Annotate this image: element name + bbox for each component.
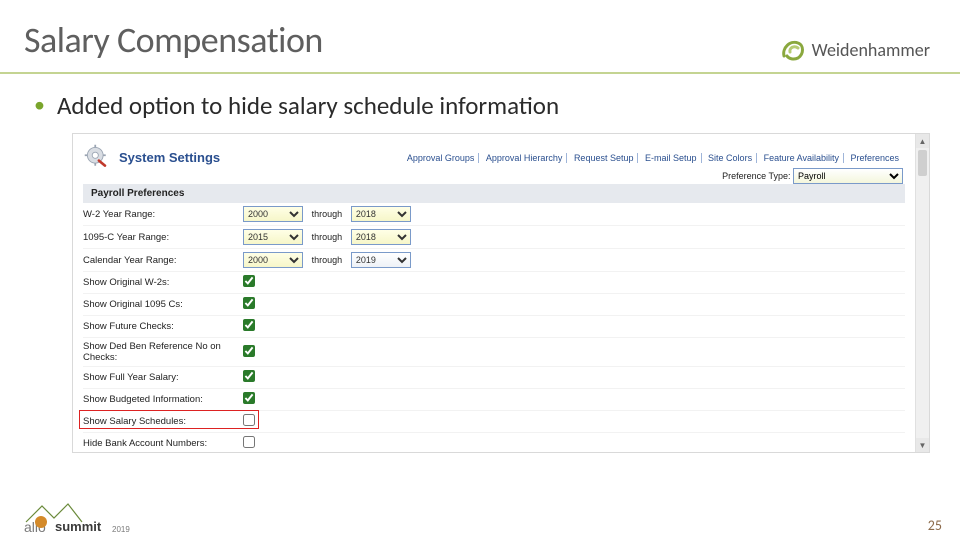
scroll-thumb[interactable]: [918, 150, 927, 176]
weidenhammer-logo-icon: [780, 38, 806, 62]
cal-from-select[interactable]: 2000: [243, 252, 303, 268]
show-budgeted-info-checkbox[interactable]: [243, 392, 255, 404]
w2-to-select[interactable]: 2018: [351, 206, 411, 222]
show-salary-schedules-checkbox[interactable]: [243, 414, 255, 426]
brand-mark: Weidenhammer: [780, 38, 930, 62]
settings-title: System Settings: [119, 150, 220, 165]
bullet-dot-icon: •: [34, 90, 45, 120]
title-divider: [0, 72, 960, 74]
label-show-salary-schedules: Show Salary Schedules:: [83, 411, 243, 433]
scrollbar[interactable]: ▲ ▼: [915, 134, 929, 452]
bullet-item: • Added option to hide salary schedule i…: [34, 90, 930, 121]
bullet-text: Added option to hide salary schedule inf…: [57, 90, 559, 121]
alio-summit-logo: alio summit 2019: [24, 498, 144, 534]
label-show-future-checks: Show Future Checks:: [83, 316, 243, 338]
tab-preferences[interactable]: Preferences: [846, 153, 903, 163]
label-show-original-w2: Show Original W-2s:: [83, 272, 243, 294]
label-show-original-1095c: Show Original 1095 Cs:: [83, 294, 243, 316]
label-w2-range: W-2 Year Range:: [83, 203, 243, 226]
label-1095c-range: 1095-C Year Range:: [83, 226, 243, 249]
show-original-w2-checkbox[interactable]: [243, 275, 255, 287]
settings-screenshot: ▲ ▼ System Settings Approval Groups: [72, 133, 930, 453]
hide-bank-account-checkbox[interactable]: [243, 436, 255, 448]
svg-text:2019: 2019: [112, 525, 130, 534]
w2-from-select[interactable]: 2000: [243, 206, 303, 222]
page-number: 25: [928, 517, 942, 534]
page-title: Salary Compensation: [24, 18, 323, 62]
section-header: Payroll Preferences: [83, 184, 905, 203]
label-show-budgeted-info: Show Budgeted Information:: [83, 389, 243, 411]
brand-text: Weidenhammer: [812, 39, 930, 61]
show-dedben-ref-checkbox[interactable]: [243, 345, 255, 357]
through-text: through: [306, 209, 349, 219]
through-text: through: [306, 255, 349, 265]
show-future-checks-checkbox[interactable]: [243, 319, 255, 331]
label-show-full-year-salary: Show Full Year Salary:: [83, 367, 243, 389]
tab-feature-availability[interactable]: Feature Availability: [760, 153, 844, 163]
label-hide-bank-account: Hide Bank Account Numbers:: [83, 433, 243, 454]
tab-email-setup[interactable]: E-mail Setup: [641, 153, 702, 163]
through-text: through: [306, 232, 349, 242]
show-full-year-salary-checkbox[interactable]: [243, 370, 255, 382]
tab-approval-hierarchy[interactable]: Approval Hierarchy: [482, 153, 568, 163]
tab-request-setup[interactable]: Request Setup: [570, 153, 639, 163]
scroll-up-icon[interactable]: ▲: [916, 134, 929, 148]
show-original-1095c-checkbox[interactable]: [243, 297, 255, 309]
label-show-dedben-ref: Show Ded Ben Reference No on Checks:: [83, 338, 243, 367]
scroll-down-icon[interactable]: ▼: [916, 438, 929, 452]
settings-tabs: Approval Groups Approval Hierarchy Reque…: [403, 152, 903, 165]
tab-approval-groups[interactable]: Approval Groups: [403, 153, 480, 163]
cal-to-select[interactable]: 2019: [351, 252, 411, 268]
gear-icon: [83, 143, 111, 171]
label-calendar-range: Calendar Year Range:: [83, 249, 243, 272]
preference-type-select[interactable]: Payroll: [793, 168, 903, 184]
preference-type-label: Preference Type:: [722, 171, 790, 181]
c1095-to-select[interactable]: 2018: [351, 229, 411, 245]
tab-site-colors[interactable]: Site Colors: [704, 153, 757, 163]
preferences-table: W-2 Year Range: 2000 through 2018 1095-C…: [83, 203, 905, 453]
svg-text:summit: summit: [55, 519, 102, 534]
c1095-from-select[interactable]: 2015: [243, 229, 303, 245]
